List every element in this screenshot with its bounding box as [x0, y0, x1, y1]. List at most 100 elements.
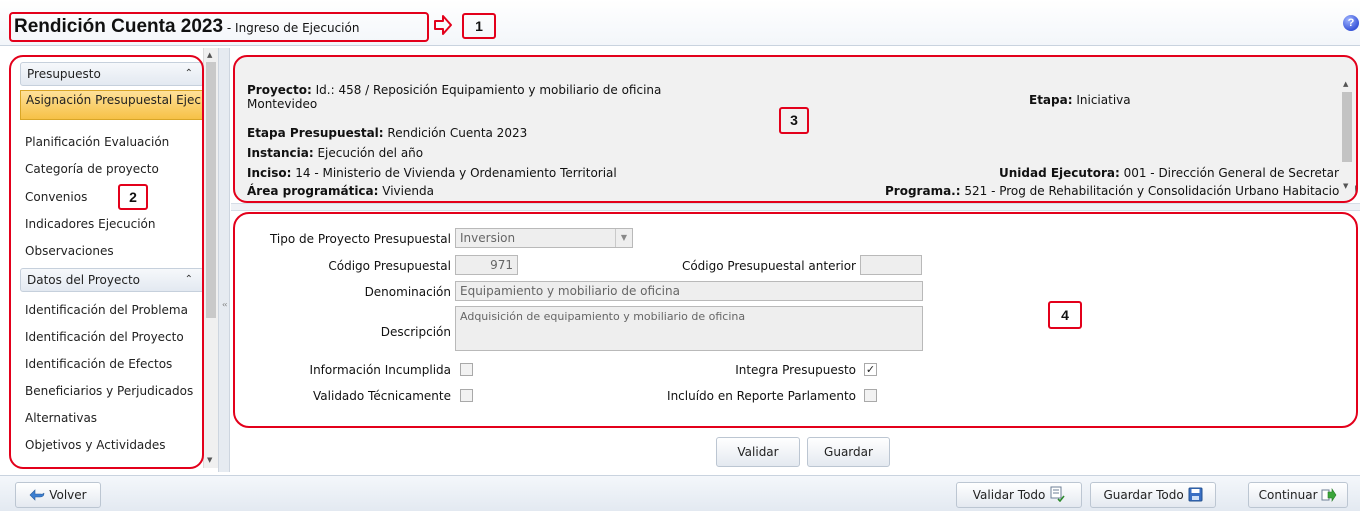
- page-subtitle: Ingreso de Ejecución: [235, 21, 360, 35]
- info-etapa-label: Etapa:: [1029, 93, 1073, 107]
- sidebar-item-categoria-proyecto[interactable]: Categoría de proyecto: [20, 157, 204, 181]
- sidebar: Presupuesto ⌃ Asignación Presupuestal Ej…: [8, 48, 227, 472]
- scroll-down-icon[interactable]: ▼: [207, 456, 212, 464]
- chevron-up-icon[interactable]: ⌃: [185, 269, 193, 291]
- validate-document-icon: [1050, 486, 1065, 503]
- guardar-todo-button[interactable]: Guardar Todo: [1090, 482, 1216, 508]
- sidebar-item-label: Alternativas: [25, 411, 98, 425]
- validar-button[interactable]: Validar: [716, 437, 800, 467]
- codigo-presupuestal-input[interactable]: 971: [455, 255, 518, 275]
- info-etapa-presupuestal-value: Rendición Cuenta 2023: [383, 126, 528, 140]
- info-instancia: Instancia: Ejecución del año: [247, 146, 423, 160]
- sidebar-item-identificacion-problema[interactable]: Identificación del Problema: [20, 298, 204, 322]
- info-instancia-value: Ejecución del año: [313, 146, 424, 160]
- validar-todo-button[interactable]: Validar Todo: [956, 482, 1082, 508]
- info-proyecto-label: Proyecto:: [247, 83, 312, 97]
- scroll-up-icon[interactable]: ▲: [207, 51, 212, 59]
- descripcion-label: Descripción: [380, 325, 451, 339]
- info-panel-scrollbar[interactable]: ▲ ▼: [1340, 78, 1354, 196]
- continuar-button[interactable]: Continuar: [1248, 482, 1348, 508]
- info-proyecto-value: Id.: 458 / Reposición Equipamiento y mob…: [311, 83, 662, 97]
- info-instancia-label: Instancia:: [247, 146, 314, 160]
- info-inciso-label: Inciso:: [247, 166, 292, 180]
- sidebar-item-label: Identificación del Proyecto: [25, 330, 184, 344]
- scrollbar-thumb[interactable]: [206, 62, 216, 318]
- tipo-proyecto-label: Tipo de Proyecto Presupuestal: [269, 232, 451, 246]
- page-title-separator: -: [223, 21, 236, 35]
- sidebar-item-label: Observaciones: [25, 244, 114, 258]
- sidebar-item-label: Identificación del Problema: [25, 303, 188, 317]
- sidebar-item-objetivos-actividades[interactable]: Objetivos y Actividades: [20, 433, 204, 457]
- codigo-presupuestal-anterior-input[interactable]: [860, 255, 922, 275]
- tipo-proyecto-value: Inversion: [460, 231, 516, 245]
- descripcion-textarea[interactable]: Adquisición de equipamiento y mobiliario…: [455, 306, 923, 351]
- validado-tecnicamente-label: Validado Técnicamente: [313, 389, 451, 403]
- sidebar-section-label: Datos del Proyecto: [27, 273, 141, 287]
- callout-label-3: 3: [779, 107, 809, 134]
- sidebar-item-convenios[interactable]: Convenios: [20, 185, 204, 209]
- codigo-presupuestal-anterior-label: Código Presupuestal anterior: [681, 259, 856, 273]
- collapse-grip-icon[interactable]: ‹‹: [222, 300, 228, 309]
- scroll-down-icon[interactable]: ▼: [1343, 182, 1348, 190]
- sidebar-section-presupuesto[interactable]: Presupuesto ⌃: [20, 62, 204, 86]
- sidebar-scrollbar[interactable]: ▲ ▼: [203, 48, 218, 468]
- sidebar-item-label: Beneficiarios y Perjudicados: [25, 384, 194, 398]
- sidebar-section-label: Presupuesto: [27, 67, 101, 81]
- info-etapa-presupuestal-label: Etapa Presupuestal:: [247, 126, 384, 140]
- back-arrow-icon: [29, 489, 45, 501]
- bottom-toolbar: Volver Validar Todo Guardar Todo Continu…: [0, 475, 1360, 511]
- sidebar-section-datos-proyecto[interactable]: Datos del Proyecto ⌃: [20, 268, 204, 292]
- incluido-reporte-parlamento-checkbox[interactable]: [864, 389, 877, 402]
- save-disk-icon: [1188, 487, 1203, 502]
- page-header: Rendición Cuenta 2023 - Ingreso de Ejecu…: [0, 0, 1360, 46]
- denominacion-label: Denominación: [364, 285, 451, 299]
- sidebar-item-observaciones[interactable]: Observaciones: [20, 239, 204, 263]
- continuar-label: Continuar: [1258, 488, 1318, 502]
- sidebar-item-identificacion-efectos[interactable]: Identificación de Efectos: [20, 352, 204, 376]
- sidebar-item-asignacion-presupuestal[interactable]: Asignación Presupuestal Ejecución: [20, 90, 227, 120]
- info-proyecto-location: Montevideo: [247, 97, 318, 111]
- sidebar-item-planificacion-evaluacion[interactable]: Planificación Evaluación: [20, 130, 204, 154]
- tipo-proyecto-select[interactable]: Inversion ▼: [455, 228, 633, 248]
- volver-button[interactable]: Volver: [15, 482, 101, 508]
- callout-label-1: 1: [462, 13, 496, 39]
- sidebar-item-label: Indicadores Ejecución: [25, 217, 156, 231]
- chevron-down-icon[interactable]: ▼: [615, 229, 632, 247]
- info-programa-label: Programa.:: [885, 184, 961, 198]
- help-icon[interactable]: ?: [1343, 15, 1359, 31]
- chevron-up-icon[interactable]: ⌃: [185, 63, 193, 85]
- info-area-programatica-label: Área programática:: [247, 184, 379, 198]
- info-inciso-value: 14 - Ministerio de Vivienda y Ordenamien…: [291, 166, 617, 180]
- scrollbar-thumb[interactable]: [1342, 92, 1352, 162]
- integra-presupuesto-checkbox[interactable]: ✓: [864, 363, 877, 376]
- info-area-programatica-value: Vivienda: [378, 184, 434, 198]
- sidebar-item-alternativas[interactable]: Alternativas: [20, 406, 204, 430]
- info-etapa-presupuestal: Etapa Presupuestal: Rendición Cuenta 202…: [247, 126, 527, 140]
- scroll-up-icon[interactable]: ▲: [1343, 80, 1348, 88]
- page-title: Rendición Cuenta 2023 - Ingreso de Ejecu…: [9, 12, 429, 42]
- info-unidad-ejecutora-label: Unidad Ejecutora:: [999, 166, 1120, 180]
- sidebar-item-identificacion-proyecto[interactable]: Identificación del Proyecto: [20, 325, 204, 349]
- panel-splitter[interactable]: [231, 203, 1360, 211]
- sidebar-item-label: Identificación de Efectos: [25, 357, 173, 371]
- sidebar-item-label: Objetivos y Actividades: [25, 438, 166, 452]
- guardar-button[interactable]: Guardar: [807, 437, 890, 467]
- sidebar-item-indicadores-ejecucion[interactable]: Indicadores Ejecución: [20, 212, 204, 236]
- sidebar-item-label: Convenios: [25, 190, 88, 204]
- informacion-incumplida-checkbox[interactable]: [460, 363, 473, 376]
- validado-tecnicamente-checkbox[interactable]: [460, 389, 473, 402]
- info-inciso: Inciso: 14 - Ministerio de Vivienda y Or…: [247, 166, 617, 180]
- checkmark-icon: ✓: [865, 363, 876, 376]
- integra-presupuesto-label: Integra Presupuesto: [735, 363, 856, 377]
- sidebar-item-beneficiarios-perjudicados[interactable]: Beneficiarios y Perjudicados: [20, 379, 204, 403]
- info-proyecto: Proyecto: Id.: 458 / Reposición Equipami…: [247, 83, 661, 97]
- denominacion-input[interactable]: Equipamiento y mobiliario de oficina: [455, 281, 923, 301]
- info-unidad-ejecutora-value: 001 - Dirección General de Secretaría: [1119, 166, 1350, 180]
- info-etapa-value: Iniciativa: [1072, 93, 1131, 107]
- page-title-main: Rendición Cuenta 2023: [14, 16, 224, 37]
- sidebar-item-label: Asignación Presupuestal Ejecución: [26, 93, 227, 107]
- sidebar-splitter[interactable]: ‹‹: [218, 48, 230, 472]
- callout-label-4: 4: [1048, 301, 1082, 329]
- guardar-todo-label: Guardar Todo: [1103, 488, 1184, 502]
- sidebar-item-label: Categoría de proyecto: [25, 162, 159, 176]
